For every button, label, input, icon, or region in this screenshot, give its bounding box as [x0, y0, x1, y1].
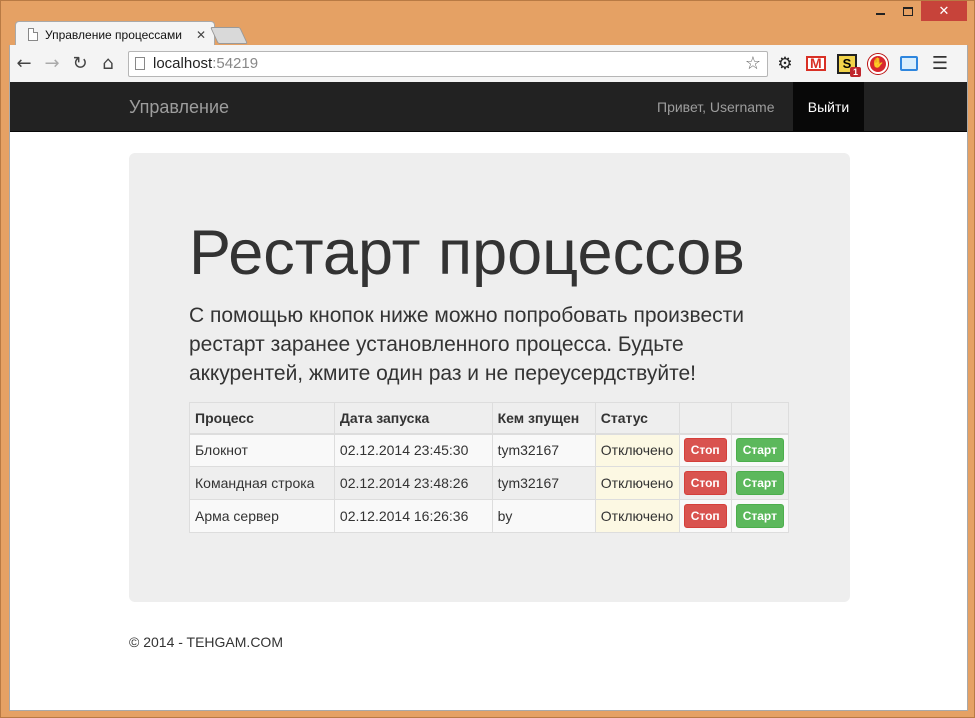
start-date: 02.12.2014 23:45:30	[333, 433, 493, 467]
home-icon: ⌂	[102, 53, 114, 74]
stop-hand-icon: ✋	[868, 53, 888, 74]
arrow-left-icon: ←	[16, 53, 32, 74]
url-port: :54219	[212, 55, 259, 72]
table-header-row: Процесс Дата запуска Кем зпущен Статус	[189, 402, 790, 435]
hamburger-menu-icon: ☰	[931, 53, 949, 74]
start-button[interactable]: Старт	[735, 471, 784, 495]
extension-badge: 1	[849, 66, 861, 77]
stop-cell: Стоп	[678, 466, 732, 500]
browser-window: ✕ Управление процессами ✕ ← → ↻ ⌂ localh…	[0, 0, 975, 718]
top-navbar: Управление Привет, Username Выйти	[10, 82, 967, 132]
stop-button[interactable]: Стоп	[683, 438, 727, 463]
forward-button[interactable]: →	[38, 50, 66, 78]
process-name: Арма сервер	[189, 499, 335, 533]
logout-button[interactable]: Выйти	[793, 82, 864, 132]
arrow-right-icon: →	[44, 53, 60, 74]
tab-title: Управление процессами	[45, 27, 182, 42]
new-tab-button[interactable]	[210, 27, 248, 44]
table-row: Арма сервер 02.12.2014 16:26:36 by Отклю…	[189, 499, 790, 533]
window-extension[interactable]	[895, 50, 923, 78]
start-date: 02.12.2014 23:48:26	[333, 466, 493, 500]
reload-icon: ↻	[72, 53, 88, 74]
column-header-start	[730, 402, 790, 435]
close-icon: ✕	[938, 3, 950, 19]
tab-strip: Управление процессами ✕	[11, 19, 611, 47]
home-button[interactable]: ⌂	[94, 50, 122, 78]
stop-button[interactable]: Стоп	[683, 471, 727, 495]
page-icon	[135, 57, 145, 70]
process-name: Блокнот	[189, 433, 335, 467]
address-bar[interactable]: localhost:54219 ☆	[128, 50, 768, 77]
reload-button[interactable]: ↻	[66, 50, 94, 78]
lead-text: С помощью кнопок ниже можно попробовать …	[189, 304, 744, 385]
gmail-extension[interactable]	[802, 50, 830, 78]
window-icon	[900, 56, 918, 71]
url-host: localhost	[153, 55, 213, 72]
maximize-button[interactable]	[894, 1, 921, 21]
stop-cell: Стоп	[678, 433, 732, 467]
s-extension[interactable]: S1	[833, 50, 861, 78]
minimize-button[interactable]	[867, 1, 894, 21]
start-button[interactable]: Старт	[735, 438, 784, 463]
column-header-start-date: Дата запуска	[333, 402, 493, 435]
column-header-stop	[678, 402, 732, 435]
chrome-menu-button[interactable]: ☰	[926, 50, 954, 78]
browser-tab[interactable]: Управление процессами ✕	[15, 21, 215, 47]
minimize-icon	[876, 13, 885, 15]
back-button[interactable]: ←	[10, 50, 38, 78]
adblock-extension[interactable]: ✋	[864, 50, 892, 78]
process-table: Процесс Дата запуска Кем зпущен Статус Б…	[189, 402, 790, 533]
status-cell: Отключено	[594, 499, 680, 533]
s-extension-icon: S1	[837, 53, 861, 77]
column-header-status: Статус	[594, 402, 680, 435]
column-header-process: Процесс	[189, 402, 335, 435]
table-row: Командная строка 02.12.2014 23:48:26 tym…	[189, 466, 790, 500]
column-header-started-by: Кем зпущен	[491, 402, 596, 435]
gmail-icon	[806, 55, 826, 71]
status-cell: Отключено	[594, 433, 680, 467]
process-name: Командная строка	[189, 466, 335, 500]
user-greeting[interactable]: Привет, Username	[657, 99, 775, 115]
start-button[interactable]: Старт	[735, 504, 784, 528]
close-window-button[interactable]: ✕	[921, 1, 967, 21]
window-controls: ✕	[867, 1, 967, 23]
start-date: 02.12.2014 16:26:36	[333, 499, 493, 533]
stop-button[interactable]: Стоп	[683, 504, 727, 528]
start-cell: Старт	[730, 433, 790, 467]
tab-close-icon[interactable]: ✕	[196, 28, 206, 42]
status-cell: Отключено	[594, 466, 680, 500]
page-icon	[28, 28, 38, 41]
start-cell: Старт	[730, 466, 790, 500]
table-row: Блокнот 02.12.2014 23:45:30 tym32167 Отк…	[189, 433, 790, 467]
page-viewport: Управление Привет, Username Выйти Рестар…	[9, 82, 968, 711]
start-cell: Старт	[730, 499, 790, 533]
jumbotron: Рестарт процессов С помощью кнопок ниже …	[129, 153, 850, 602]
started-by: by	[491, 499, 596, 533]
navbar-brand[interactable]: Управление	[129, 97, 229, 118]
maximize-icon	[902, 6, 913, 16]
started-by: tym32167	[491, 466, 596, 500]
settings-extension[interactable]: ⚙	[771, 50, 799, 78]
page-title: Рестарт процессов	[189, 218, 745, 288]
started-by: tym32167	[491, 433, 596, 467]
bookmark-star-icon[interactable]: ☆	[745, 53, 761, 74]
stop-cell: Стоп	[678, 499, 732, 533]
gear-icon: ⚙	[777, 53, 793, 74]
footer-copyright: © 2014 - TEHGAM.COM	[129, 634, 283, 650]
browser-toolbar: ← → ↻ ⌂ localhost:54219 ☆ ⚙ S1 ✋ ☰	[9, 45, 968, 82]
